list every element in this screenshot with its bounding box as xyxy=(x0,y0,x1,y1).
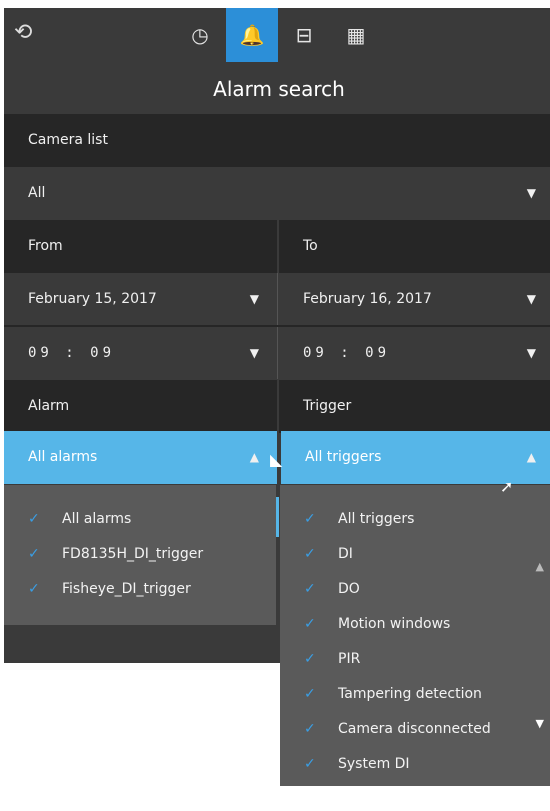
to-time-value: 09 : 09 xyxy=(303,345,391,361)
trigger-option[interactable]: ✓ System DI xyxy=(304,747,410,782)
check-icon: ✓ xyxy=(304,581,316,597)
bell-icon[interactable]: 🔔 xyxy=(226,8,278,62)
alarm-option[interactable]: ✓ FD8135H_DI_trigger xyxy=(28,537,203,572)
from-time-select[interactable]: 09 : 09 ▼ xyxy=(4,327,277,380)
alarm-option[interactable]: ✓ Fisheye_DI_trigger xyxy=(28,572,191,607)
check-icon: ✓ xyxy=(304,511,316,527)
grid-icon[interactable]: ▦ xyxy=(330,8,382,62)
toolbar: ⟲ ◷ 🔔 ⊟ ▦ xyxy=(4,8,550,62)
camera-list-label: Camera list xyxy=(4,114,550,167)
alarm-select[interactable]: All alarms ▲ xyxy=(4,431,277,484)
trigger-option[interactable]: ✓ Tampering detection xyxy=(304,677,482,712)
chevron-up-icon: ▲ xyxy=(249,450,259,464)
from-date-value: February 15, 2017 xyxy=(28,291,157,307)
check-icon: ✓ xyxy=(304,616,316,632)
check-icon: ✓ xyxy=(304,651,316,667)
check-icon: ✓ xyxy=(304,546,316,562)
alarm-options-list: ✓ All alarms ✓ FD8135H_DI_trigger ✓ Fisheye… xyxy=(4,485,276,625)
trigger-option[interactable]: ✓ All triggers xyxy=(304,502,414,537)
chevron-down-icon: ▼ xyxy=(249,292,259,306)
alarm-option[interactable]: ✓ All alarms xyxy=(28,502,131,537)
check-icon: ✓ xyxy=(304,721,316,737)
chevron-down-icon: ▼ xyxy=(526,346,536,360)
to-date-value: February 16, 2017 xyxy=(303,291,432,307)
trigger-option[interactable]: ✓ DI xyxy=(304,537,353,572)
back-rotate-icon[interactable]: ⟲ xyxy=(14,18,44,48)
trigger-label: Trigger xyxy=(279,380,550,433)
trigger-option[interactable]: ✓ Camera disconnected xyxy=(304,712,491,747)
chevron-down-icon: ▼ xyxy=(249,346,259,360)
check-icon: ✓ xyxy=(28,546,40,562)
check-icon: ✓ xyxy=(304,686,316,702)
camera-select[interactable]: All ▼ xyxy=(4,167,550,220)
cursor-icon: ◣ xyxy=(270,450,283,469)
alarm-select-value: All alarms xyxy=(28,449,98,465)
alarm-label: Alarm xyxy=(4,380,277,433)
chevron-down-icon: ▼ xyxy=(526,186,536,200)
camera-select-value: All xyxy=(28,185,46,201)
trigger-option[interactable]: ✓ PIR xyxy=(304,642,360,677)
clock-icon[interactable]: ◷ xyxy=(174,8,226,62)
from-time-value: 09 : 09 xyxy=(28,345,116,361)
from-label: From xyxy=(4,220,277,273)
scroll-down-icon[interactable]: ▼ xyxy=(536,717,544,730)
check-icon: ✓ xyxy=(28,511,40,527)
scroll-indicator xyxy=(276,497,279,537)
trigger-option[interactable]: ✓ DO xyxy=(304,572,360,607)
mouse-pointer-icon: ➚ xyxy=(500,477,514,496)
from-date-select[interactable]: February 15, 2017 ▼ xyxy=(4,273,277,326)
chevron-down-icon: ▼ xyxy=(526,292,536,306)
to-date-select[interactable]: February 16, 2017 ▼ xyxy=(279,273,550,326)
check-icon: ✓ xyxy=(304,756,316,772)
scroll-up-icon[interactable]: ▲ xyxy=(536,560,544,573)
check-icon: ✓ xyxy=(28,581,40,597)
trigger-option[interactable]: ✓ Motion windows xyxy=(304,607,450,642)
to-label: To xyxy=(279,220,550,273)
trigger-options-list: ✓ All triggers ✓ DI ✓ DO ✓ Motion windows ✓ P… xyxy=(280,485,550,786)
to-time-select[interactable]: 09 : 09 ▼ xyxy=(279,327,550,380)
scanner-icon[interactable]: ⊟ xyxy=(278,8,330,62)
chevron-up-icon: ▲ xyxy=(526,450,536,464)
trigger-select-value: All triggers xyxy=(305,449,382,465)
page-title: Alarm search xyxy=(213,77,345,101)
